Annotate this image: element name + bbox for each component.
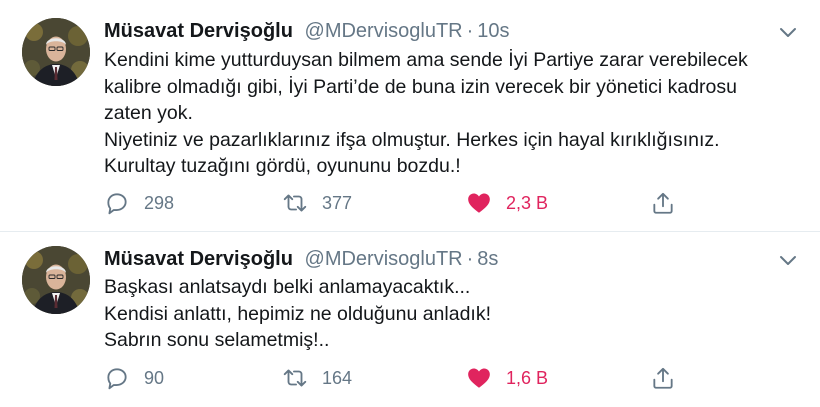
tweet-text-line: Kurultay tuzağını gördü, oyununu bozdu.!: [104, 155, 461, 177]
tweet-text: Başkası anlatsaydı belki anlamayacaktık.…: [104, 274, 790, 354]
tweet-header: Müsavat Dervişoğlu @MDervisogluTR · 10s: [104, 17, 770, 45]
retweet-icon: [283, 194, 307, 212]
retweet-button[interactable]: 164: [282, 363, 352, 393]
tweet[interactable]: Müsavat Dervişoğlu @MDervisogluTR · 10s Ke…: [0, 0, 820, 232]
tweet-time[interactable]: 8s: [477, 248, 498, 270]
share-icon: [653, 367, 673, 389]
heart-icon: [468, 193, 490, 213]
share-button[interactable]: [650, 188, 676, 218]
like-button[interactable]: 2,3 B: [466, 188, 548, 218]
avatar-image: [22, 18, 90, 86]
share-icon: [653, 192, 673, 214]
tweet-text-line: Kendisi anlattı, hepimiz ne olduğunu anl…: [104, 302, 492, 325]
chevron-down-icon[interactable]: [778, 22, 798, 42]
tweet-actions: 298 377 2,3 B: [104, 188, 704, 218]
tweet[interactable]: Müsavat Dervişoğlu @MDervisogluTR · 8s Baş…: [0, 232, 820, 407]
tweet-text-line: Niyetiniz ve pazarlıklarınız ifşa olmuşt…: [104, 128, 720, 151]
tweet-header: Müsavat Dervişoğlu @MDervisogluTR · 8s: [104, 245, 770, 273]
tweet-time[interactable]: 10s: [477, 20, 509, 42]
reply-count: 90: [144, 367, 165, 388]
tweet-text-line: Kendini kime yutturduysan bilmem ama sen…: [104, 49, 748, 71]
author-handle[interactable]: @MDervisogluTR: [305, 20, 463, 42]
timeline: Müsavat Dervişoğlu @MDervisogluTR · 10s Ke…: [0, 0, 820, 407]
like-button[interactable]: 1,6 B: [466, 363, 548, 393]
tweet-text-line: zaten yok.: [104, 102, 193, 124]
avatar[interactable]: [22, 246, 90, 314]
retweet-button[interactable]: 377: [282, 188, 352, 218]
heart-icon: [468, 368, 490, 388]
tweet-actions: 90 164 1,6 B: [104, 363, 704, 393]
tweet-text-line: Sabrın sonu selametmiş!..: [104, 329, 330, 351]
author-name[interactable]: Müsavat Dervişoğlu: [104, 248, 293, 270]
reply-count: 298: [144, 192, 175, 213]
tweet-text: Kendini kime yutturduysan bilmem ama sen…: [104, 47, 790, 180]
tweet-text-line: kalibre olmadığı gibi, İyi Parti’de de b…: [104, 75, 737, 98]
tweet-text-line: Başkası anlatsaydı belki anlamayacaktık.…: [104, 276, 471, 298]
avatar[interactable]: [22, 18, 90, 86]
retweet-icon: [283, 369, 307, 387]
like-count: 2,3 B: [506, 192, 549, 213]
author-name[interactable]: Müsavat Dervişoğlu: [104, 20, 293, 42]
separator-dot: ·: [466, 20, 474, 42]
like-count: 1,6 B: [506, 367, 549, 388]
retweet-count: 377: [322, 192, 353, 213]
avatar-image: [22, 246, 90, 314]
reply-icon: [107, 193, 127, 215]
retweet-count: 164: [322, 367, 353, 388]
author-handle[interactable]: @MDervisogluTR: [305, 248, 463, 270]
reply-button[interactable]: 90: [104, 363, 164, 393]
share-button[interactable]: [650, 363, 676, 393]
reply-icon: [107, 368, 127, 390]
reply-button[interactable]: 298: [104, 188, 174, 218]
separator-dot: ·: [466, 248, 474, 270]
chevron-down-icon[interactable]: [778, 250, 798, 270]
